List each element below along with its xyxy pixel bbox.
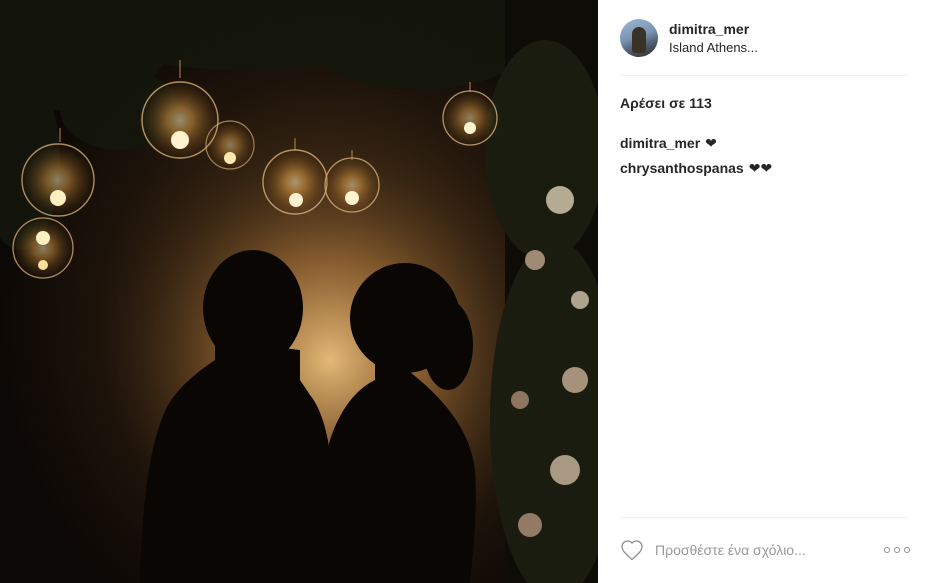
post-footer [620,535,910,565]
wedding-couple-silhouette-photo [0,0,598,583]
header-divider [620,75,908,76]
avatar-figure [632,27,646,53]
more-dot [884,547,890,553]
post-side-panel: dimitra_mer Island Athens... Αρέσει σε 1… [598,0,930,583]
likes-count[interactable]: Αρέσει σε 113 [620,95,712,111]
more-dot [904,547,910,553]
user-meta: dimitra_mer Island Athens... [669,21,758,56]
more-dot [894,547,900,553]
comment-input[interactable] [655,542,876,558]
username-link[interactable]: dimitra_mer [669,21,758,38]
comment-username[interactable]: chrysanthospanas [620,159,744,177]
heart-outline-icon[interactable] [620,539,644,561]
comment-item: dimitra_mer ❤ [620,134,772,152]
comment-item: chrysanthospanas ❤❤ [620,159,772,177]
comments-list: dimitra_mer ❤ chrysanthospanas ❤❤ [620,134,772,184]
footer-divider [620,517,908,518]
comment-username[interactable]: dimitra_mer [620,134,700,152]
more-options-icon[interactable] [884,545,910,555]
post-photo[interactable] [0,0,598,583]
comment-text: ❤ [705,135,717,151]
instagram-post: dimitra_mer Island Athens... Αρέσει σε 1… [0,0,930,583]
comment-text: ❤❤ [748,160,773,176]
avatar[interactable] [620,19,658,57]
post-header: dimitra_mer Island Athens... [598,0,930,76]
location-link[interactable]: Island Athens... [669,39,758,56]
